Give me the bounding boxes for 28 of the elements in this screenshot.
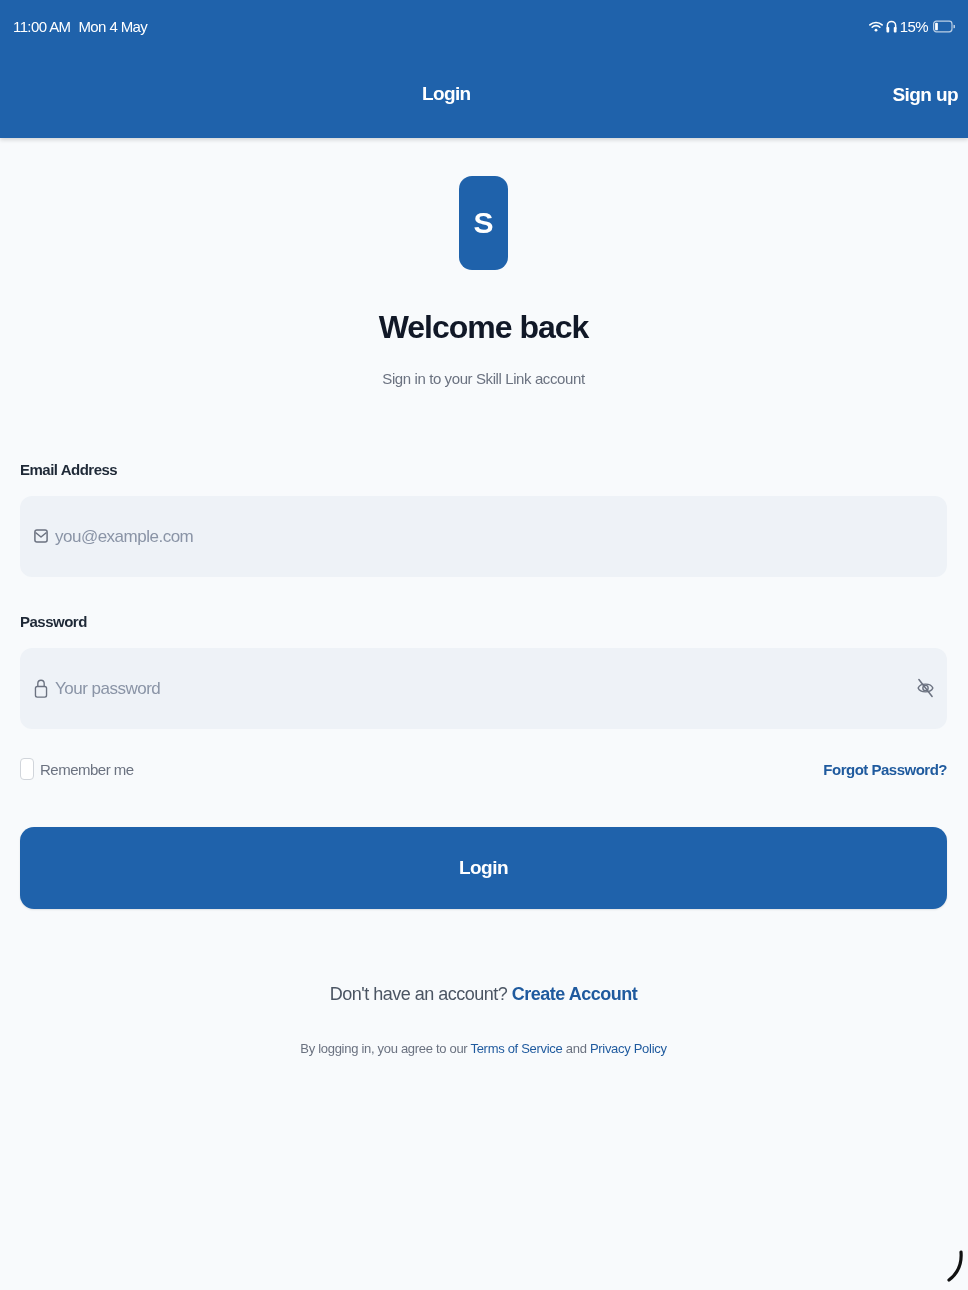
remember-checkbox[interactable] bbox=[20, 758, 34, 780]
policy-link[interactable]: Privacy Policy bbox=[589, 1041, 667, 1056]
login-button[interactable]: Login bbox=[20, 827, 947, 909]
mail-icon bbox=[34, 526, 48, 546]
email-field[interactable]: you@example.com bbox=[20, 496, 947, 577]
wifi-icon bbox=[868, 20, 883, 32]
create-account-link[interactable]: Create Account bbox=[511, 984, 638, 1004]
headphones-icon bbox=[885, 19, 897, 33]
welcome-title: Welcome back bbox=[378, 308, 589, 347]
forgot-password-link[interactable]: Forgot Password? bbox=[823, 760, 947, 778]
remember-label[interactable]: Remember me bbox=[40, 760, 134, 778]
terms-link[interactable]: Terms of Service bbox=[470, 1041, 563, 1056]
password-field[interactable]: Your password bbox=[20, 648, 947, 729]
field-label: Password bbox=[20, 612, 87, 632]
lock-icon bbox=[34, 678, 48, 698]
status-time: 11:00 AM bbox=[13, 17, 71, 35]
battery-icon bbox=[933, 19, 955, 33]
app-logo: S bbox=[459, 176, 508, 270]
status-date: Mon 4 May bbox=[78, 17, 148, 35]
battery-percent: 15% bbox=[899, 17, 928, 35]
eye-off-icon[interactable] bbox=[917, 676, 934, 700]
welcome-subtitle: Sign in to your Skill Link account bbox=[382, 369, 585, 389]
legal-notice: By logging in, you agree to our Terms of Service and Privacy Policy bbox=[300, 1040, 667, 1058]
curved-stroke-icon bbox=[945, 1249, 965, 1283]
field-label: Email Address bbox=[20, 460, 118, 480]
sign-up-button[interactable]: Sign up bbox=[892, 84, 958, 106]
nav-title: Login bbox=[421, 83, 471, 105]
signup-prompt: Don't have an account? Create Account bbox=[329, 983, 638, 1006]
